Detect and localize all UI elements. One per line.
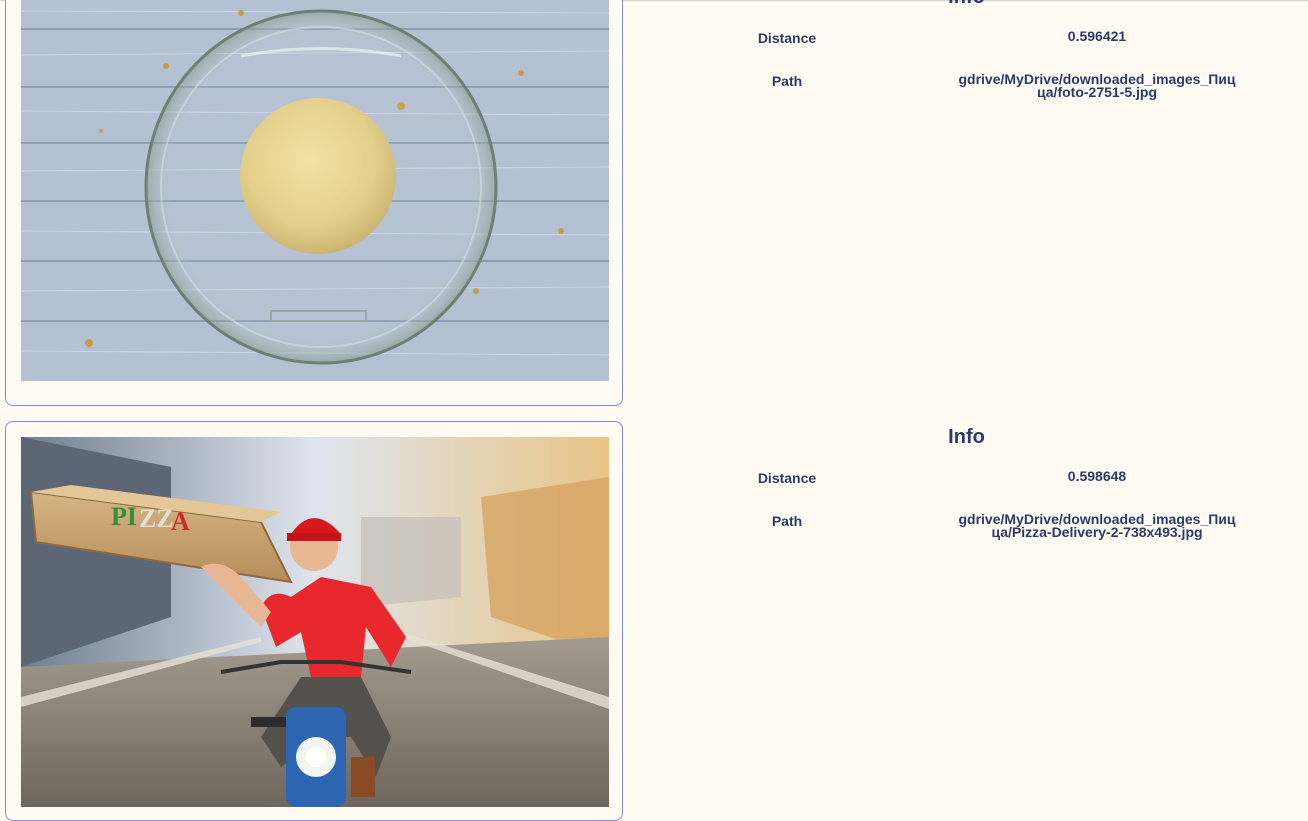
svg-text:A: A — [171, 507, 190, 536]
path-value: gdrive/MyDrive/downloaded_images_Пиц ца/… — [958, 71, 1236, 100]
path-label: Path — [771, 73, 803, 89]
result-info: Info Distance 0.598648 Path gdrive/MyDri… — [625, 422, 1308, 539]
path-value: gdrive/MyDrive/downloaded_images_Пиц ца/… — [958, 511, 1236, 540]
svg-text:ZZ: ZZ — [139, 504, 174, 533]
info-title: Info — [625, 0, 1308, 12]
svg-text:PI: PI — [111, 502, 137, 531]
result-image[interactable] — [21, 0, 609, 381]
result-card — [5, 0, 623, 406]
path-label: Path — [771, 513, 803, 529]
info-title: Info — [948, 426, 985, 448]
result-image[interactable]: PI ZZ A — [21, 437, 609, 807]
result-info: Info Distance 0.596421 Path gdrive/MyDri… — [625, 0, 1308, 99]
distance-value: 0.596421 — [1067, 28, 1127, 44]
distance-label: Distance — [757, 30, 817, 46]
distance-label: Distance — [757, 470, 817, 486]
distance-value: 0.598648 — [1067, 468, 1127, 484]
result-card: PI ZZ A — [5, 421, 623, 821]
